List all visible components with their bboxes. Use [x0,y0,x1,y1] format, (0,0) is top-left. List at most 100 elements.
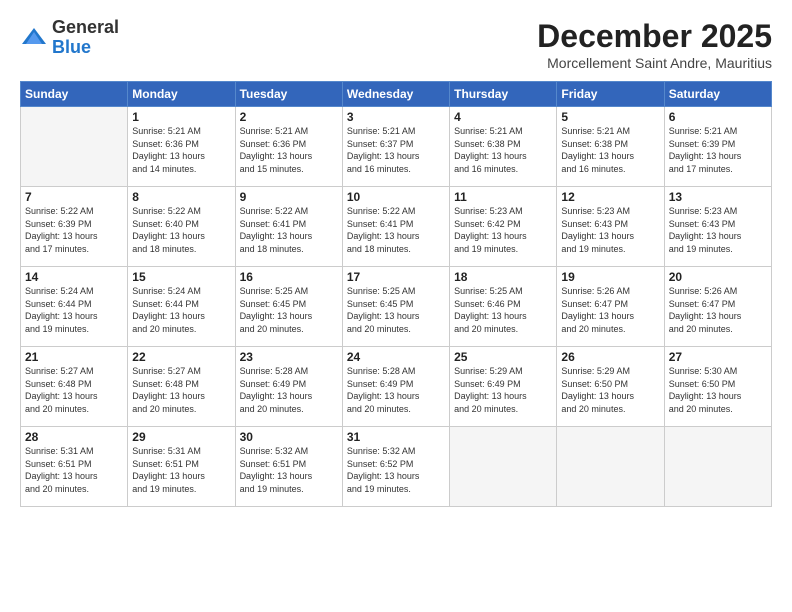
header-cell-saturday: Saturday [664,82,771,107]
day-number: 15 [132,270,230,284]
day-number: 3 [347,110,445,124]
logo-general: General [52,18,119,38]
day-number: 27 [669,350,767,364]
day-info: Sunrise: 5:28 AM Sunset: 6:49 PM Dayligh… [240,365,338,415]
day-info: Sunrise: 5:22 AM Sunset: 6:40 PM Dayligh… [132,205,230,255]
day-number: 28 [25,430,123,444]
day-info: Sunrise: 5:24 AM Sunset: 6:44 PM Dayligh… [25,285,123,335]
day-number: 8 [132,190,230,204]
day-number: 9 [240,190,338,204]
day-cell: 22Sunrise: 5:27 AM Sunset: 6:48 PM Dayli… [128,347,235,427]
day-cell: 17Sunrise: 5:25 AM Sunset: 6:45 PM Dayli… [342,267,449,347]
day-cell [21,107,128,187]
logo: General Blue [20,18,119,58]
day-cell [450,427,557,507]
day-number: 2 [240,110,338,124]
day-info: Sunrise: 5:26 AM Sunset: 6:47 PM Dayligh… [561,285,659,335]
day-cell: 10Sunrise: 5:22 AM Sunset: 6:41 PM Dayli… [342,187,449,267]
calendar-body: 1Sunrise: 5:21 AM Sunset: 6:36 PM Daylig… [21,107,772,507]
week-row-2: 7Sunrise: 5:22 AM Sunset: 6:39 PM Daylig… [21,187,772,267]
day-cell: 21Sunrise: 5:27 AM Sunset: 6:48 PM Dayli… [21,347,128,427]
header-cell-monday: Monday [128,82,235,107]
day-cell: 20Sunrise: 5:26 AM Sunset: 6:47 PM Dayli… [664,267,771,347]
day-cell: 27Sunrise: 5:30 AM Sunset: 6:50 PM Dayli… [664,347,771,427]
week-row-3: 14Sunrise: 5:24 AM Sunset: 6:44 PM Dayli… [21,267,772,347]
day-cell: 11Sunrise: 5:23 AM Sunset: 6:42 PM Dayli… [450,187,557,267]
day-cell: 26Sunrise: 5:29 AM Sunset: 6:50 PM Dayli… [557,347,664,427]
week-row-4: 21Sunrise: 5:27 AM Sunset: 6:48 PM Dayli… [21,347,772,427]
day-cell: 23Sunrise: 5:28 AM Sunset: 6:49 PM Dayli… [235,347,342,427]
day-number: 5 [561,110,659,124]
day-info: Sunrise: 5:21 AM Sunset: 6:38 PM Dayligh… [561,125,659,175]
header-row: SundayMondayTuesdayWednesdayThursdayFrid… [21,82,772,107]
day-cell: 9Sunrise: 5:22 AM Sunset: 6:41 PM Daylig… [235,187,342,267]
day-number: 19 [561,270,659,284]
day-info: Sunrise: 5:23 AM Sunset: 6:43 PM Dayligh… [561,205,659,255]
day-cell: 5Sunrise: 5:21 AM Sunset: 6:38 PM Daylig… [557,107,664,187]
day-number: 6 [669,110,767,124]
day-number: 11 [454,190,552,204]
day-info: Sunrise: 5:28 AM Sunset: 6:49 PM Dayligh… [347,365,445,415]
day-number: 24 [347,350,445,364]
day-number: 4 [454,110,552,124]
logo-blue: Blue [52,38,119,58]
day-info: Sunrise: 5:26 AM Sunset: 6:47 PM Dayligh… [669,285,767,335]
calendar-table: SundayMondayTuesdayWednesdayThursdayFrid… [20,81,772,507]
day-number: 14 [25,270,123,284]
day-info: Sunrise: 5:25 AM Sunset: 6:46 PM Dayligh… [454,285,552,335]
day-info: Sunrise: 5:27 AM Sunset: 6:48 PM Dayligh… [25,365,123,415]
day-number: 17 [347,270,445,284]
day-cell: 4Sunrise: 5:21 AM Sunset: 6:38 PM Daylig… [450,107,557,187]
day-cell: 13Sunrise: 5:23 AM Sunset: 6:43 PM Dayli… [664,187,771,267]
day-number: 21 [25,350,123,364]
day-cell: 14Sunrise: 5:24 AM Sunset: 6:44 PM Dayli… [21,267,128,347]
day-number: 13 [669,190,767,204]
day-info: Sunrise: 5:21 AM Sunset: 6:36 PM Dayligh… [132,125,230,175]
day-info: Sunrise: 5:21 AM Sunset: 6:36 PM Dayligh… [240,125,338,175]
day-info: Sunrise: 5:32 AM Sunset: 6:51 PM Dayligh… [240,445,338,495]
day-number: 31 [347,430,445,444]
day-number: 29 [132,430,230,444]
header-cell-friday: Friday [557,82,664,107]
day-info: Sunrise: 5:21 AM Sunset: 6:37 PM Dayligh… [347,125,445,175]
day-cell: 3Sunrise: 5:21 AM Sunset: 6:37 PM Daylig… [342,107,449,187]
day-number: 1 [132,110,230,124]
day-cell: 29Sunrise: 5:31 AM Sunset: 6:51 PM Dayli… [128,427,235,507]
day-cell: 1Sunrise: 5:21 AM Sunset: 6:36 PM Daylig… [128,107,235,187]
day-cell: 24Sunrise: 5:28 AM Sunset: 6:49 PM Dayli… [342,347,449,427]
day-info: Sunrise: 5:23 AM Sunset: 6:43 PM Dayligh… [669,205,767,255]
day-info: Sunrise: 5:31 AM Sunset: 6:51 PM Dayligh… [132,445,230,495]
header-cell-tuesday: Tuesday [235,82,342,107]
header-cell-thursday: Thursday [450,82,557,107]
logo-text: General Blue [52,18,119,58]
day-info: Sunrise: 5:24 AM Sunset: 6:44 PM Dayligh… [132,285,230,335]
day-info: Sunrise: 5:22 AM Sunset: 6:41 PM Dayligh… [240,205,338,255]
day-number: 25 [454,350,552,364]
day-info: Sunrise: 5:25 AM Sunset: 6:45 PM Dayligh… [240,285,338,335]
calendar-header: SundayMondayTuesdayWednesdayThursdayFrid… [21,82,772,107]
header-cell-wednesday: Wednesday [342,82,449,107]
day-info: Sunrise: 5:32 AM Sunset: 6:52 PM Dayligh… [347,445,445,495]
day-number: 26 [561,350,659,364]
day-number: 16 [240,270,338,284]
day-info: Sunrise: 5:21 AM Sunset: 6:39 PM Dayligh… [669,125,767,175]
day-number: 23 [240,350,338,364]
day-info: Sunrise: 5:27 AM Sunset: 6:48 PM Dayligh… [132,365,230,415]
day-info: Sunrise: 5:31 AM Sunset: 6:51 PM Dayligh… [25,445,123,495]
day-info: Sunrise: 5:29 AM Sunset: 6:50 PM Dayligh… [561,365,659,415]
week-row-1: 1Sunrise: 5:21 AM Sunset: 6:36 PM Daylig… [21,107,772,187]
day-info: Sunrise: 5:25 AM Sunset: 6:45 PM Dayligh… [347,285,445,335]
location-title: Morcellement Saint Andre, Mauritius [537,55,772,71]
day-number: 30 [240,430,338,444]
day-cell: 25Sunrise: 5:29 AM Sunset: 6:49 PM Dayli… [450,347,557,427]
day-cell: 12Sunrise: 5:23 AM Sunset: 6:43 PM Dayli… [557,187,664,267]
header-cell-sunday: Sunday [21,82,128,107]
day-cell: 15Sunrise: 5:24 AM Sunset: 6:44 PM Dayli… [128,267,235,347]
day-number: 10 [347,190,445,204]
day-number: 18 [454,270,552,284]
day-cell: 7Sunrise: 5:22 AM Sunset: 6:39 PM Daylig… [21,187,128,267]
week-row-5: 28Sunrise: 5:31 AM Sunset: 6:51 PM Dayli… [21,427,772,507]
day-cell: 19Sunrise: 5:26 AM Sunset: 6:47 PM Dayli… [557,267,664,347]
logo-icon [20,24,48,52]
day-info: Sunrise: 5:23 AM Sunset: 6:42 PM Dayligh… [454,205,552,255]
